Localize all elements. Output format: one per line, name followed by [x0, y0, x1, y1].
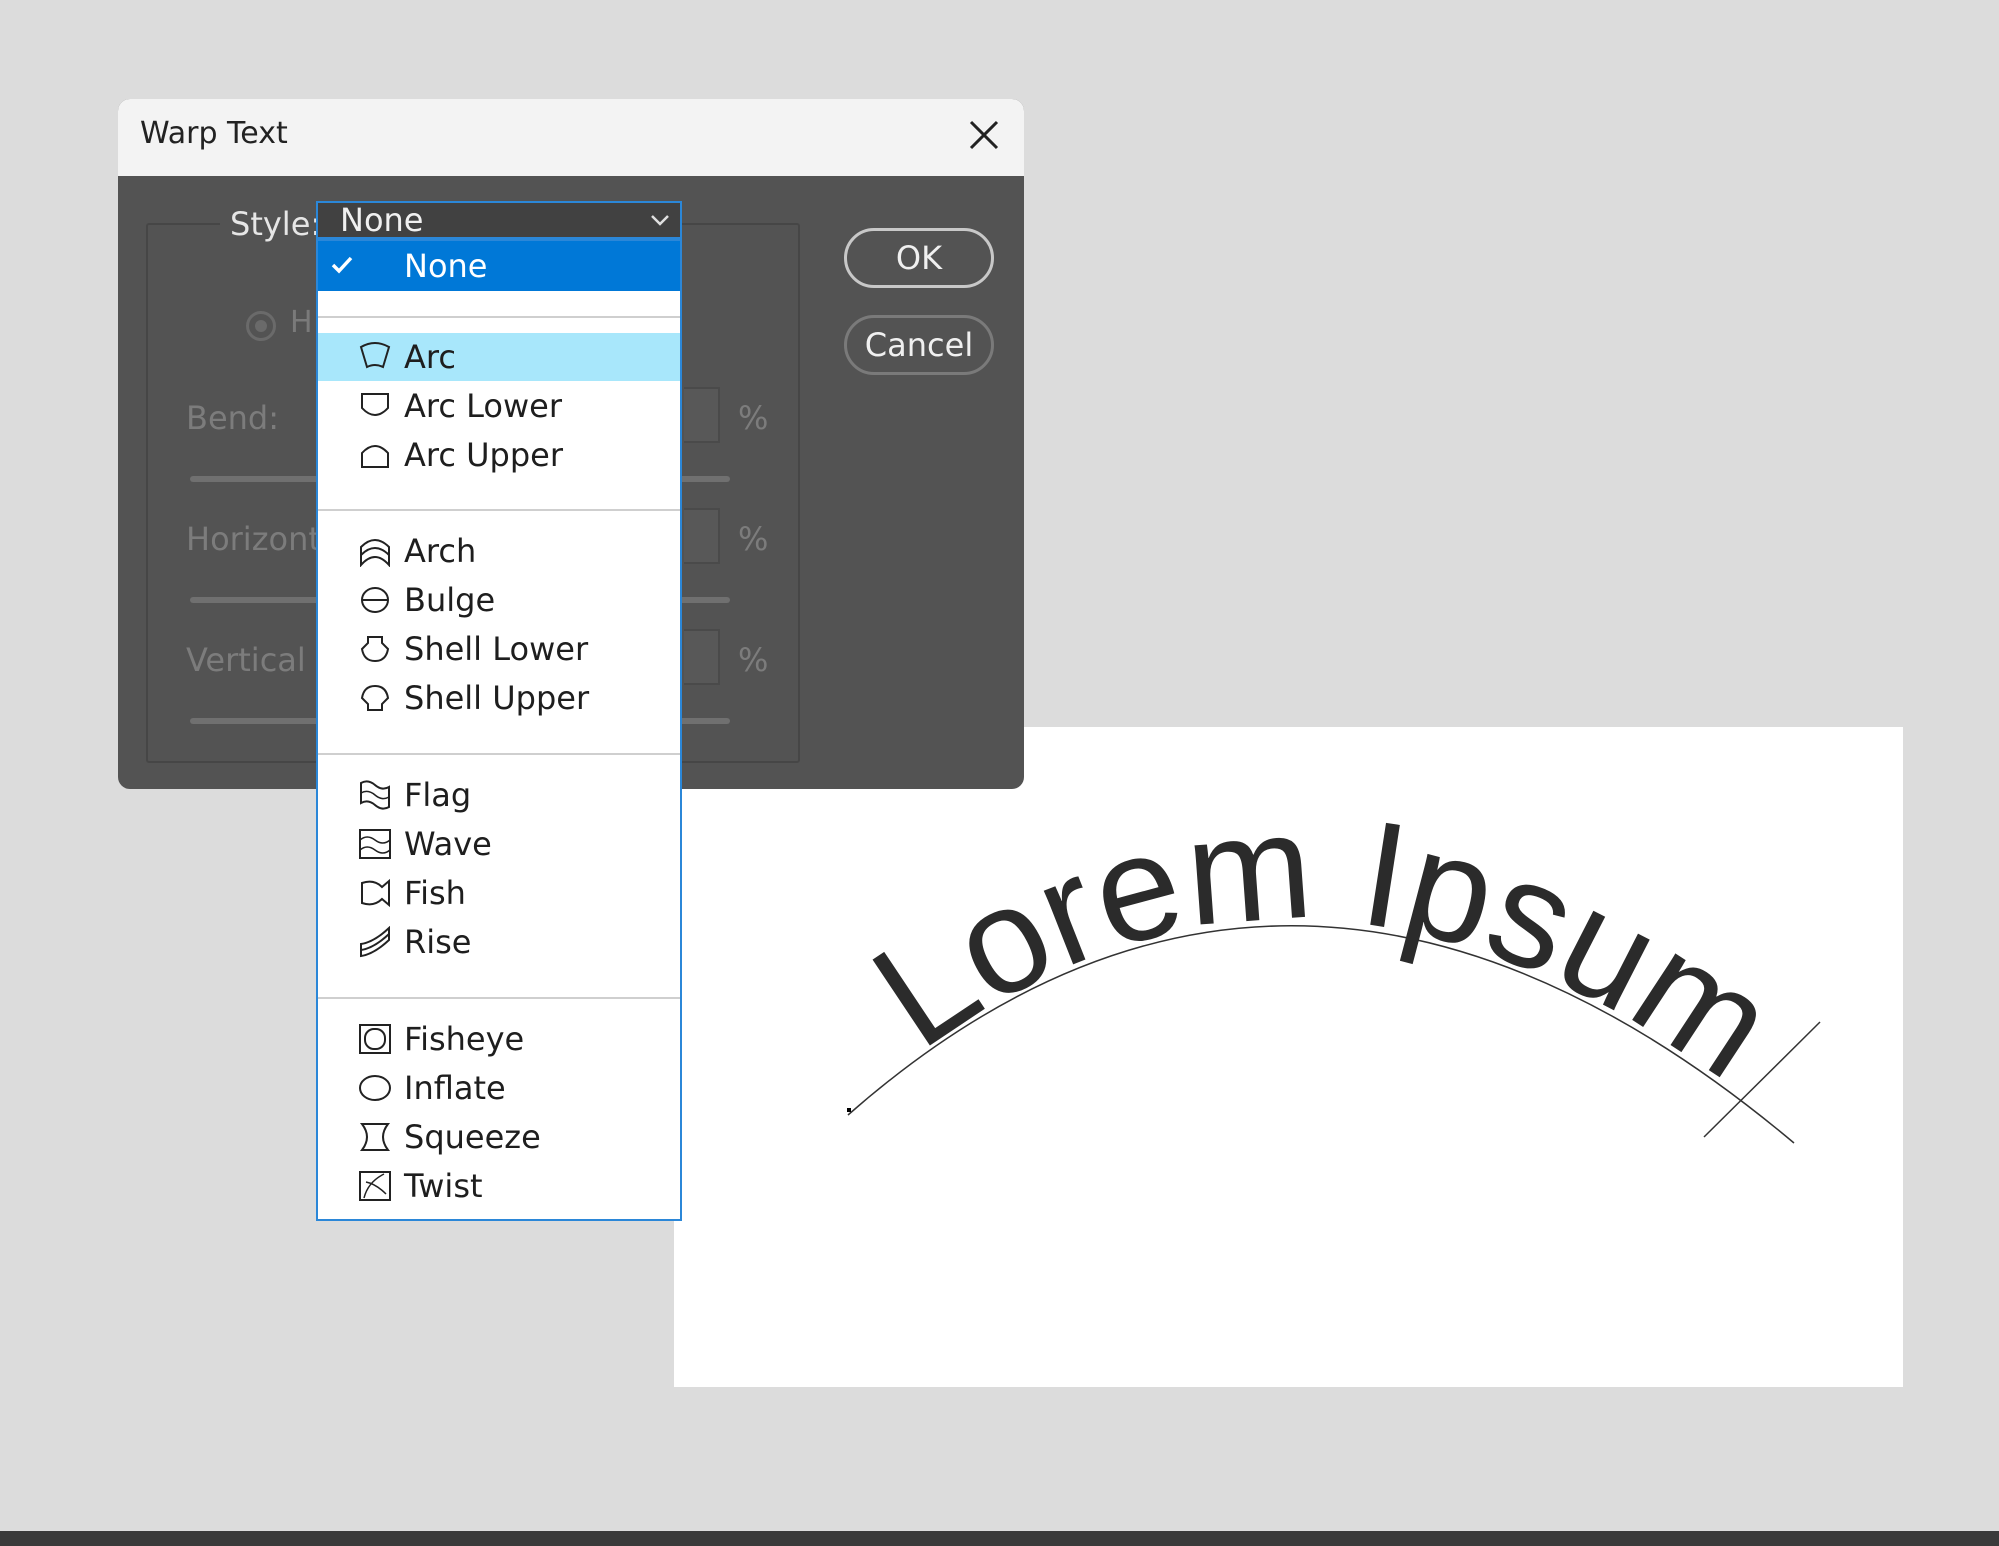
dialog-titlebar[interactable]: Warp Text: [118, 99, 1024, 176]
style-dropdown-list: None Arc Arc Lower Arc Upper Arch Bulge: [316, 239, 682, 1221]
chevron-down-icon: [651, 215, 669, 226]
style-option-shell-lower[interactable]: Shell Lower: [318, 625, 680, 673]
style-label: Style:: [220, 205, 332, 243]
bend-label: Bend:: [186, 399, 280, 437]
style-option-label: Arch: [404, 532, 477, 570]
wave-warp-icon: [359, 829, 391, 859]
style-option-bulge[interactable]: Bulge: [318, 576, 680, 624]
flag-warp-icon: [360, 780, 390, 810]
separator: [318, 316, 680, 318]
bulge-warp-icon: [361, 587, 389, 613]
style-option-label: Squeeze: [404, 1118, 541, 1156]
fish-warp-icon: [361, 878, 390, 908]
bend-percent: %: [738, 399, 769, 437]
style-select-value: None: [340, 201, 424, 239]
style-option-label: Fish: [404, 874, 466, 912]
style-option-fish[interactable]: Fish: [318, 869, 680, 917]
style-option-arc-lower[interactable]: Arc Lower: [318, 382, 680, 430]
style-option-label: Flag: [404, 776, 472, 814]
inflate-warp-icon: [359, 1075, 391, 1101]
style-option-twist[interactable]: Twist: [318, 1162, 680, 1210]
style-option-label: Fisheye: [404, 1020, 525, 1058]
arc-lower-warp-icon: [361, 393, 389, 416]
style-option-label: Rise: [404, 923, 472, 961]
style-option-label: Arc Lower: [404, 387, 562, 425]
style-option-inflate[interactable]: Inflate: [318, 1064, 680, 1112]
close-button[interactable]: [962, 113, 1006, 157]
ok-button[interactable]: OK: [844, 228, 994, 288]
style-option-arch[interactable]: Arch: [318, 527, 680, 575]
style-option-label: Arc Upper: [404, 436, 563, 474]
twist-warp-icon: [359, 1171, 391, 1201]
style-option-label: Bulge: [404, 581, 496, 619]
fisheye-warp-icon: [359, 1024, 391, 1054]
shell-upper-warp-icon: [360, 684, 390, 711]
separator: [318, 753, 680, 755]
style-option-arc[interactable]: Arc: [318, 333, 680, 381]
vertical-distortion-field[interactable]: [684, 629, 720, 685]
style-option-label: None: [404, 247, 488, 285]
style-option-squeeze[interactable]: Squeeze: [318, 1113, 680, 1161]
style-option-wave[interactable]: Wave: [318, 820, 680, 868]
horizontal-radio-label: H: [290, 305, 313, 340]
dialog-title: Warp Text: [140, 116, 288, 151]
style-option-flag[interactable]: Flag: [318, 771, 680, 819]
style-option-label: Inflate: [404, 1069, 506, 1107]
arch-warp-icon: [360, 539, 390, 567]
warped-text[interactable]: Lorem Ipsum: [844, 780, 1802, 1109]
style-option-shell-upper[interactable]: Shell Upper: [318, 674, 680, 722]
squeeze-warp-icon: [359, 1123, 391, 1151]
rise-warp-icon: [360, 926, 390, 958]
separator: [318, 509, 680, 511]
style-option-label: Wave: [404, 825, 492, 863]
style-option-label: Shell Lower: [404, 630, 589, 668]
style-option-rise[interactable]: Rise: [318, 918, 680, 966]
style-option-none[interactable]: None: [318, 241, 680, 291]
style-option-label: Shell Upper: [404, 679, 590, 717]
horizontal-distortion-field[interactable]: [684, 508, 720, 564]
cancel-button[interactable]: Cancel: [844, 315, 994, 375]
arc-upper-warp-icon: [361, 445, 389, 468]
style-select[interactable]: None: [316, 201, 682, 239]
document-canvas[interactable]: Lorem Ipsum: [674, 727, 1903, 1387]
style-option-fisheye[interactable]: Fisheye: [318, 1015, 680, 1063]
check-icon: [331, 256, 353, 274]
warped-text-preview: Lorem Ipsum: [844, 780, 1821, 1144]
style-option-arc-upper[interactable]: Arc Upper: [318, 431, 680, 479]
shell-lower-warp-icon: [360, 636, 390, 663]
separator: [318, 997, 680, 999]
close-icon: [969, 120, 999, 150]
vertical-distortion-percent: %: [738, 641, 769, 679]
horizontal-distortion-percent: %: [738, 520, 769, 558]
bend-field[interactable]: [684, 387, 720, 443]
style-option-label: Arc: [404, 338, 456, 376]
style-option-label: Twist: [404, 1167, 483, 1205]
horizontal-radio[interactable]: [246, 311, 276, 341]
bottom-bar: [0, 1531, 1999, 1546]
arc-warp-icon: [359, 342, 391, 369]
